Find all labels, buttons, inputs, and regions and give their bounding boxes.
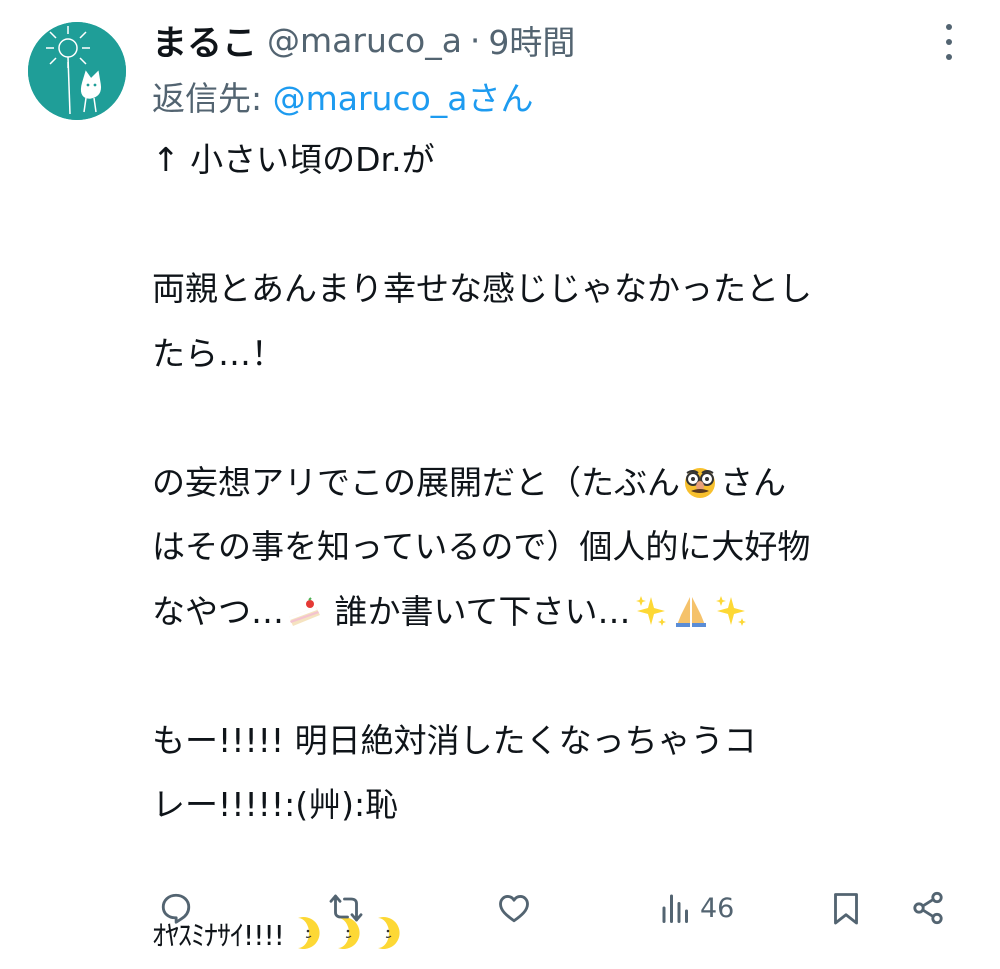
tweet-line: ↑ 小さい頃のDr.が <box>152 140 435 179</box>
tweet-line: たら…！ <box>152 333 284 373</box>
avatar-image <box>28 22 126 120</box>
share-icon <box>913 891 943 925</box>
author-handle[interactable]: @maruco_a <box>267 21 462 60</box>
reply-mention-link[interactable]: @maruco_aさん <box>273 79 534 118</box>
tweet-body: ↑ 小さい頃のDr.が 両親とあんまり幸せな感じじゃなかったとし たら…！ の妄… <box>152 128 972 967</box>
tweet-line: もー!!!!! 明日絶対消したくなっちゃうコ <box>152 720 757 760</box>
views-button[interactable]: 46 <box>658 886 734 930</box>
tweet-text: なやつ… <box>152 591 284 631</box>
sparkles-emoji <box>633 593 669 629</box>
reply-prefix: 返信先: <box>152 79 263 118</box>
author-name[interactable]: まるこ <box>152 15 257 66</box>
tweet-text: の妄想アリでこの展開だと（たぶん <box>152 462 680 502</box>
tweet-line: はその事を知っているので）個人的に大好物 <box>152 527 811 566</box>
views-count: 46 <box>700 892 735 924</box>
separator-dot: · <box>469 20 481 60</box>
sparkles-emoji <box>713 593 749 629</box>
timestamp[interactable]: 9時間 <box>488 16 575 64</box>
heart-icon <box>499 895 529 923</box>
bookmark-icon <box>834 893 858 925</box>
shortcake-emoji <box>286 593 322 629</box>
tweet-header: まるこ @maruco_a · 9時間 <box>152 14 575 66</box>
more-options-icon[interactable] <box>935 24 963 60</box>
views-bar-chart-icon <box>662 894 688 923</box>
tweet-line: レー!!!!!:(艸):恥 <box>152 785 399 824</box>
folded-hands-emoji <box>673 593 709 629</box>
tweet-text: 誰か書いて下さい… <box>324 591 631 631</box>
tweet-line: の妄想アリでこの展開だと（たぶん さん <box>152 451 972 516</box>
retweet-button[interactable] <box>328 886 364 930</box>
tweet-line: なやつ… 誰か書いて下さい… <box>152 580 972 645</box>
reply-button[interactable] <box>158 886 194 930</box>
avatar[interactable] <box>28 22 126 120</box>
bookmark-button[interactable] <box>828 886 864 930</box>
share-button[interactable] <box>910 886 946 930</box>
reply-context: 返信先: @maruco_aさん <box>152 72 534 120</box>
disguised-face-emoji <box>682 464 718 500</box>
tweet-line: 両親とあんまり幸せな感じじゃなかったとし <box>152 269 812 308</box>
retweet-icon <box>329 894 363 922</box>
like-button[interactable] <box>496 886 532 930</box>
reply-icon <box>161 893 191 924</box>
tweet-actions: 46 <box>150 882 960 934</box>
tweet-text: さん <box>720 462 786 502</box>
